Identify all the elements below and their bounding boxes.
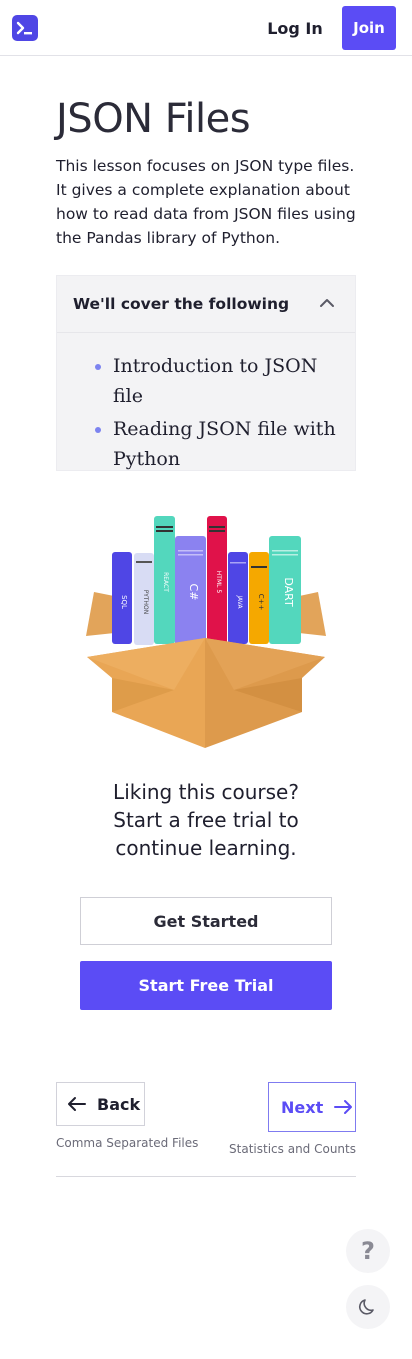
book-dart: DART xyxy=(269,536,301,644)
next-lesson-title[interactable]: Statistics and Counts xyxy=(229,1142,356,1156)
back-label: Back xyxy=(97,1094,141,1114)
books-box-illustration: SQL PYTHON REACT C# HTML 5 JAVA C++ DART xyxy=(86,516,326,748)
cover-panel: We'll cover the following Introduction t… xyxy=(56,275,356,471)
cover-item-label: Introduction to JSON file xyxy=(113,355,318,407)
book-html5: HTML 5 xyxy=(207,516,227,646)
login-button[interactable]: Log In xyxy=(262,6,328,50)
cover-item-label: Reading JSON file with Python xyxy=(113,418,336,470)
book-java: JAVA xyxy=(228,552,248,644)
moon-icon xyxy=(359,1299,374,1315)
next-label: Next xyxy=(281,1097,324,1117)
arrow-left-icon xyxy=(68,1097,86,1111)
divider xyxy=(56,1176,356,1177)
cover-heading: We'll cover the following xyxy=(73,295,290,313)
svg-text:JAVA: JAVA xyxy=(236,594,243,609)
help-button[interactable]: ? xyxy=(346,1229,390,1273)
get-started-button[interactable]: Get Started xyxy=(80,897,332,945)
svg-text:C++: C++ xyxy=(257,594,265,611)
question-icon: ? xyxy=(361,1237,375,1265)
svg-text:HTML 5: HTML 5 xyxy=(215,571,222,594)
svg-text:SQL: SQL xyxy=(120,595,128,609)
theme-toggle-button[interactable] xyxy=(346,1285,390,1329)
cover-item[interactable]: Introduction to JSON file xyxy=(95,351,339,411)
book-react: REACT xyxy=(154,516,175,644)
page-title: JSON Files xyxy=(56,96,251,142)
cover-item[interactable]: Reading JSON file with Python xyxy=(95,414,339,474)
cover-toggle[interactable]: We'll cover the following xyxy=(57,276,355,333)
svg-text:REACT: REACT xyxy=(162,572,169,592)
book-csharp: C# xyxy=(175,536,206,646)
arrow-right-icon xyxy=(334,1100,353,1114)
trial-prompt: Liking this course? Start a free trial t… xyxy=(113,780,299,860)
next-button[interactable]: Next xyxy=(268,1082,356,1132)
svg-text:C#: C# xyxy=(187,584,200,601)
lesson-description: This lesson focuses on JSON type files. … xyxy=(56,157,356,247)
book-python: PYTHON xyxy=(134,553,154,645)
top-navbar: Log In Join xyxy=(0,0,412,56)
join-button[interactable]: Join xyxy=(342,6,396,50)
back-button[interactable]: Back xyxy=(56,1082,145,1126)
logo-icon[interactable] xyxy=(12,15,38,41)
svg-text:DART: DART xyxy=(282,577,295,607)
previous-lesson-title[interactable]: Comma Separated Files xyxy=(56,1136,198,1150)
bullet-icon xyxy=(95,427,101,433)
start-free-trial-button[interactable]: Start Free Trial xyxy=(80,961,332,1010)
svg-text:PYTHON: PYTHON xyxy=(142,590,149,615)
book-sql: SQL xyxy=(112,552,132,644)
book-cpp: C++ xyxy=(249,552,269,644)
chevron-up-icon xyxy=(320,299,334,307)
cover-list: Introduction to JSON file Reading JSON f… xyxy=(57,333,355,474)
bullet-icon xyxy=(95,364,101,370)
